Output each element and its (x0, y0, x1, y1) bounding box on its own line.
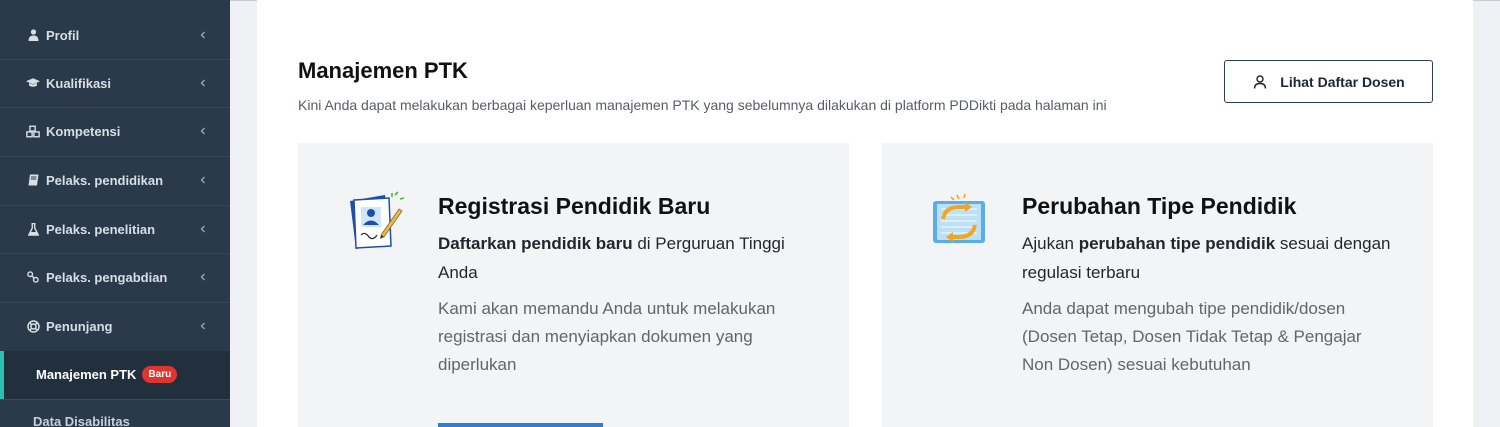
card-action-button[interactable] (438, 423, 603, 427)
book-icon (26, 173, 40, 187)
chevron-left-icon (200, 176, 205, 184)
active-indicator (0, 351, 4, 399)
card-title: Registrasi Pendidik Baru (438, 193, 711, 219)
page-subtitle: Kini Anda dapat melakukan berbagai keper… (298, 97, 1107, 113)
sidebar-item-label: Manajemen PTK (36, 367, 137, 382)
sidebar-item-label: Kompetensi (46, 123, 121, 139)
new-badge: Baru (142, 366, 178, 383)
card-lead-bold: perubahan tipe pendidik (1078, 234, 1276, 253)
chevron-left-icon (200, 31, 205, 39)
sidebar-item-label: Pelaks. pendidikan (46, 172, 164, 188)
sidebar-item-label: Pelaks. pengabdian (46, 269, 168, 285)
card-title: Perubahan Tipe Pendidik (1022, 193, 1297, 219)
sidebar-item-pelaks-penelitian[interactable]: Pelaks. penelitian (0, 205, 230, 253)
sidebar-item-pelaks-pengabdian[interactable]: Pelaks. pengabdian (0, 253, 230, 301)
graduation-cap-icon (26, 76, 40, 90)
sidebar-item-label: Pelaks. penelitian (46, 221, 156, 237)
user-outline-icon (1254, 74, 1267, 89)
sidebar-item-pelaks-pendidikan[interactable]: Pelaks. pendidikan (0, 156, 230, 204)
chevron-left-icon (200, 127, 205, 135)
sidebar: Profil Kualifikasi Kompetensi Pelaks. pe… (0, 0, 230, 427)
sidebar-divider (0, 399, 230, 400)
card-lead: Daftarkan pendidik baru di Perguruan Tin… (438, 229, 818, 287)
chevron-left-icon (200, 225, 205, 233)
flask-icon (26, 222, 40, 236)
button-label: Lihat Daftar Dosen (1280, 73, 1405, 90)
sidebar-item-label: Profil (46, 27, 80, 43)
sidebar-item-kualifikasi[interactable]: Kualifikasi (0, 59, 230, 107)
sidebar-item-profil[interactable]: Profil (0, 11, 230, 59)
card-lead-pre: Ajukan (1022, 234, 1079, 253)
sidebar-item-data-disabilitas[interactable]: Data Disabilitas (33, 414, 130, 427)
chevron-left-icon (200, 322, 205, 330)
sidebar-item-kompetensi[interactable]: Kompetensi (0, 107, 230, 155)
link-icon (26, 270, 40, 284)
sidebar-item-penunjang[interactable]: Penunjang (0, 302, 230, 350)
life-ring-icon (26, 319, 40, 333)
page-title: Manajemen PTK (298, 58, 468, 83)
cubes-icon (26, 124, 40, 138)
chevron-left-icon (200, 273, 205, 281)
exchange-document-icon (929, 191, 991, 253)
sidebar-item-label: Penunjang (46, 318, 113, 334)
sidebar-item-label: Kualifikasi (46, 75, 112, 91)
card-description: Anda dapat mengubah tipe pendidik/dosen … (1022, 299, 1362, 374)
card-lead-bold: Daftarkan pendidik baru (438, 234, 633, 253)
sidebar-item-manajemen-ptk[interactable]: Manajemen PTK Baru (36, 366, 178, 383)
card-lead: Ajukan perubahan tipe pendidik sesuai de… (1022, 229, 1402, 287)
card-description: Kami akan memandu Anda untuk melakukan r… (438, 299, 776, 374)
registration-form-icon (345, 191, 407, 253)
chevron-left-icon (200, 79, 205, 87)
view-lecturer-list-button[interactable]: Lihat Daftar Dosen (1224, 60, 1433, 103)
user-icon (26, 28, 40, 42)
